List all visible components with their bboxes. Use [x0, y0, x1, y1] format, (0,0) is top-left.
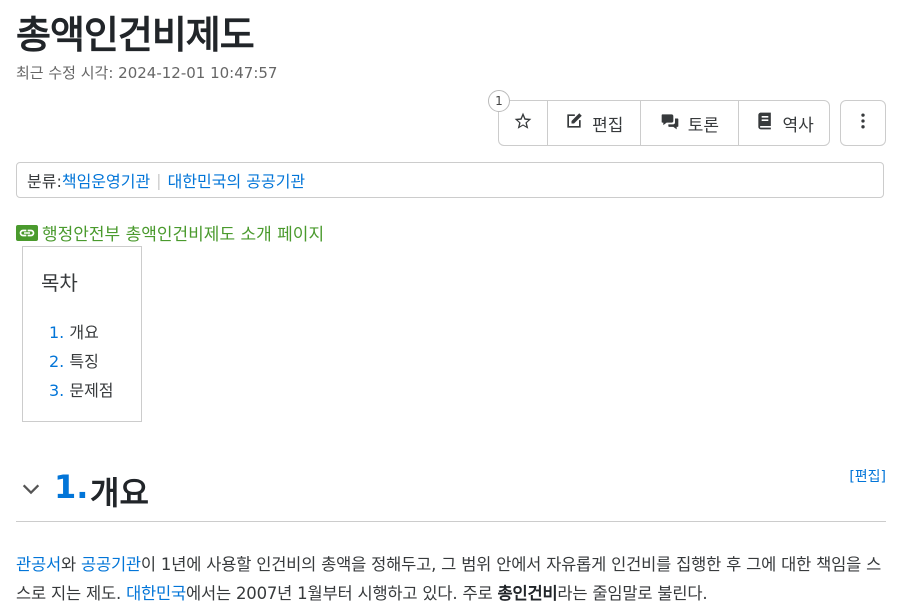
star-count-badge: 1 [488, 90, 510, 112]
inline-link[interactable]: 대한민국 [126, 584, 186, 603]
vertical-dots-icon [853, 111, 873, 135]
toc-item[interactable]: 3. 문제점 [41, 376, 123, 405]
star-icon [513, 111, 533, 136]
book-icon [755, 111, 775, 136]
paragraph-text: 에서는 2007년 1월부터 시행하고 있다. 주로 [185, 584, 498, 603]
section-number: 1. [54, 468, 89, 506]
bold-term: 총인건비 [497, 584, 558, 603]
section-heading[interactable]: 1. 개요 [편집] [16, 462, 886, 522]
toc-item-label: 문제점 [69, 381, 114, 400]
toc-title: 목차 [41, 271, 78, 295]
paragraph-text: 와 [60, 555, 81, 574]
paragraph-text: 라는 줄임말로 불린다. [557, 584, 708, 603]
toc-item-label: 개요 [69, 323, 99, 342]
category-box: 분류: 책임운영기관 | 대한민국의 공공기관 [16, 162, 884, 198]
pencil-icon [564, 111, 584, 136]
chat-icon [660, 111, 680, 136]
category-link[interactable]: 대한민국의 공공기관 [168, 168, 306, 192]
toc-item-label: 특징 [69, 352, 99, 371]
edit-label: 편집 [592, 115, 624, 136]
toc-item-number[interactable]: 3. [49, 381, 64, 400]
edit-button[interactable]: 편집 [548, 101, 641, 145]
history-label: 역사 [782, 115, 814, 136]
history-button[interactable]: 역사 [739, 101, 829, 145]
toc-item[interactable]: 1. 개요 [41, 318, 123, 347]
toc-item-number[interactable]: 2. [49, 352, 64, 371]
link-icon [16, 224, 38, 241]
category-link[interactable]: 책임운영기관 [62, 168, 150, 192]
discuss-button[interactable]: 토론 [641, 101, 740, 145]
section-edit-link[interactable]: [편집] [849, 466, 886, 486]
external-link[interactable]: 행정안전부 총액인건비제도 소개 페이지 [16, 220, 324, 245]
toc-item-number[interactable]: 1. [49, 323, 64, 342]
table-of-contents: 목차 1. 개요 2. 특징 3. 문제점 [22, 246, 142, 422]
toc-item[interactable]: 2. 특징 [41, 347, 123, 376]
action-button-group: 편집 토론 역사 [498, 100, 830, 146]
category-label: 분류: [27, 172, 62, 191]
inline-link[interactable]: 관공서 [16, 555, 61, 574]
more-button[interactable] [840, 100, 886, 146]
page-title: 총액인건비제도 [16, 13, 255, 57]
discuss-label: 토론 [687, 115, 720, 136]
external-link-label: 행정안전부 총액인건비제도 소개 페이지 [42, 225, 325, 245]
last-edited: 최근 수정 시각: 2024-12-01 10:47:57 [16, 64, 278, 82]
inline-link[interactable]: 공공기관 [81, 555, 141, 574]
section-paragraph: 관공서와 공공기관이 1년에 사용할 인건비의 총액을 정해두고, 그 범위 안… [16, 550, 886, 608]
chevron-down-icon[interactable] [20, 478, 42, 500]
category-separator: | [156, 170, 162, 190]
section-title: 개요 [90, 474, 149, 512]
